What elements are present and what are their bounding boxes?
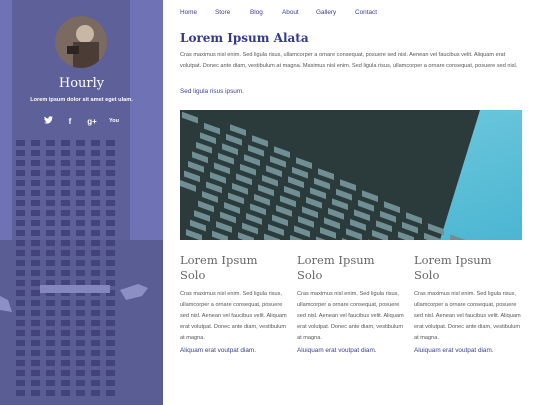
youtube-icon[interactable]: You [109, 118, 119, 124]
feature-column-2: Lorem Ipsum Solo Cras maximus nisl enim.… [297, 253, 407, 354]
feature-link[interactable]: Aliquam erat voutpat diam. [180, 347, 290, 354]
feature-text: Cras maximus nisl enim. Sed ligula risus… [180, 291, 287, 341]
feature-text: Cras maximus nisl enim. Sed ligula risus… [297, 291, 404, 341]
page-title: Lorem Ipsum Alata [180, 31, 309, 45]
google-plus-icon[interactable]: g+ [87, 117, 97, 126]
hero-image [180, 110, 522, 240]
feature-link[interactable]: Aluiquam erat voutpat diam. [297, 347, 407, 354]
feature-title: Lorem Ipsum Solo [414, 253, 492, 282]
skyscraper-photo [180, 110, 522, 240]
site-title[interactable]: Hourly [0, 76, 163, 91]
intro-paragraph: Cras maximus nisl enim. Sed ligula risus… [180, 52, 518, 69]
feature-column-1: Lorem Ipsum Solo Cras maximus nisl enim.… [180, 253, 290, 354]
twitter-icon[interactable] [43, 116, 53, 126]
feature-title: Lorem Ipsum Solo [180, 253, 258, 282]
avatar[interactable] [55, 16, 107, 68]
nav-item-about[interactable]: About [282, 9, 316, 16]
site-tagline: Lorem ipsum dolor sit amet eget ulam. [30, 97, 133, 103]
social-links: f g+ You [43, 116, 119, 126]
intro-link[interactable]: Sed ligula risus ipsum. [180, 88, 244, 95]
nav-item-contact[interactable]: Contact [355, 9, 377, 16]
feature-title: Lorem Ipsum Solo [297, 253, 375, 282]
facebook-icon[interactable]: f [65, 117, 75, 126]
feature-column-3: Lorem Ipsum Solo Cras maximus nisl enim.… [414, 253, 524, 354]
nav-item-store[interactable]: Store [215, 9, 250, 16]
nav-item-home[interactable]: Home [180, 9, 215, 16]
feature-link[interactable]: Aluiquam erat voutpat diam. [414, 347, 524, 354]
top-nav: Home Store Blog About Gallery Contact [180, 9, 377, 16]
nav-item-gallery[interactable]: Gallery [316, 9, 355, 16]
nav-item-blog[interactable]: Blog [250, 9, 282, 16]
avatar-photo-image [55, 16, 107, 68]
sidebar: Hourly Lorem ipsum dolor sit amet eget u… [0, 0, 163, 405]
feature-text: Cras maximus nisl enim. Sed ligula risus… [414, 291, 521, 341]
